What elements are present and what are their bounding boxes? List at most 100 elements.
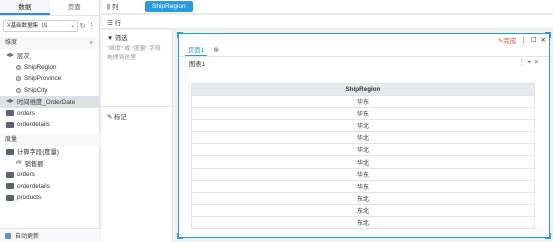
tree-item[interactable]: ShipRegion	[0, 62, 100, 74]
tab-data[interactable]: 数据	[0, 0, 50, 15]
folder-icon	[6, 194, 14, 201]
frame-toolbar: ✎完成 ⋮ ☐ ✕	[179, 34, 549, 46]
dataset-row: X基础数据集（S ⌄ ↻ ⋮	[0, 18, 99, 34]
tree-item[interactable]: 时间维度_OrderDate	[0, 96, 100, 108]
table-cell[interactable]: 华东	[191, 94, 535, 109]
auto-update-label: 自动更新	[15, 234, 40, 240]
done-button[interactable]: ✎完成	[498, 35, 516, 45]
table-header: 图表1 ⋮⏷✕	[179, 57, 549, 69]
dimension-field-icon	[16, 64, 21, 70]
row-shelf: ☰ 行	[101, 15, 553, 29]
measure-tree: 计算字段(度量) ## 销售额 orders orderdetails products	[0, 146, 100, 204]
canvas: ✎完成 ⋮ ☐ ✕ 页面1 ⊕ 图表1 ⋮⏷✕ ShipRegion 华东 华东华…	[174, 30, 553, 242]
table-row: 东北	[191, 203, 535, 217]
tree-item[interactable]: 计算字段(度量)	[0, 146, 100, 158]
dataset-label: X基础数据集（S	[7, 23, 48, 29]
tree-item-label: products	[17, 194, 42, 202]
calc-field-icon: ##	[16, 160, 22, 167]
table-cell[interactable]: 华北	[191, 131, 535, 145]
pin-icon: ✎	[107, 114, 113, 121]
tree-item-label: 层次	[17, 53, 30, 61]
auto-update-checkbox[interactable]	[5, 232, 11, 239]
tree-item-label: 时间维度_OrderDate	[17, 99, 76, 107]
table-cell[interactable]: 华北	[191, 143, 535, 157]
mark-section[interactable]: ✎ 标记	[101, 106, 172, 126]
table-row: 华东	[191, 107, 535, 121]
tree-item-label: orders	[17, 171, 35, 179]
table-cell[interactable]: 东北	[191, 215, 535, 230]
table-cell[interactable]: 东北	[191, 191, 535, 205]
tree-item[interactable]: products	[0, 192, 100, 204]
resize-handle-br[interactable]	[545, 233, 551, 239]
tree-item[interactable]: ShipCity	[0, 85, 100, 97]
column-shelf-label: ⫼ 列	[107, 4, 119, 11]
table-row: 东北	[191, 191, 535, 205]
dimension-field-icon	[16, 87, 21, 93]
tree-item-label: orderdetails	[17, 121, 50, 129]
tab-page[interactable]: 页面	[50, 0, 100, 15]
tree-item[interactable]: ## 销售额	[0, 158, 100, 170]
dimension-field-icon	[16, 76, 21, 82]
add-page-icon[interactable]: ⊕	[213, 46, 219, 56]
resize-handle-tr[interactable]	[545, 32, 551, 38]
filter-icon: ▼	[107, 35, 114, 42]
more-icon[interactable]: ⋮	[87, 22, 96, 30]
measure-title: 度量	[5, 137, 18, 143]
table-row: 华北	[191, 155, 535, 169]
table-title: 图表1	[189, 60, 206, 68]
hierarchy-icon	[6, 52, 14, 57]
dimension-tree: 层次 ShipRegion ShipProvince ShipCity 时间维度_Ord…	[0, 50, 100, 131]
close-icon[interactable]: ✕	[534, 59, 541, 66]
table-row: 华东	[191, 179, 535, 193]
table-cell[interactable]: 华北	[191, 119, 535, 133]
page-tabs: 页面1 ⊕	[179, 46, 549, 57]
folder-icon	[6, 110, 14, 117]
refresh-icon[interactable]: ↻	[78, 22, 87, 30]
table-row: 华东	[191, 94, 535, 109]
component-frame[interactable]: ✎完成 ⋮ ☐ ✕ 页面1 ⊕ 图表1 ⋮⏷✕ ShipRegion 华东 华东华…	[178, 33, 550, 238]
tree-item[interactable]: orders	[0, 169, 100, 181]
table-row: 华北	[191, 143, 535, 157]
tree-item[interactable]: 层次	[0, 50, 100, 62]
tree-item-label: 销售额	[24, 160, 44, 168]
folder-icon	[6, 183, 14, 190]
table-row: 华北	[191, 131, 535, 145]
resize-handle-tl[interactable]	[177, 32, 183, 38]
columns-icon: ⫼	[107, 4, 110, 11]
folder-icon	[6, 148, 14, 155]
table-cell[interactable]: 华东	[191, 179, 535, 193]
filter-title: ▼ 筛选	[107, 35, 128, 42]
tree-item[interactable]: orderdetails	[0, 181, 100, 193]
tab-page1[interactable]: 页面1	[185, 45, 208, 56]
tree-item-label: ShipProvince	[24, 75, 62, 83]
table-cell[interactable]: 东北	[191, 203, 535, 217]
tree-item-label: 计算字段(度量)	[17, 149, 59, 157]
more-icon[interactable]: ⋮	[518, 59, 526, 66]
column-pill[interactable]: ShipRegion	[145, 1, 193, 12]
column-header[interactable]: ShipRegion	[191, 83, 535, 96]
table-cell[interactable]: 华北	[191, 155, 535, 169]
table-row: 东北	[191, 215, 535, 230]
auto-update-row[interactable]: 自动更新	[0, 228, 100, 242]
table-cell[interactable]: 华东	[191, 107, 535, 121]
dataset-select[interactable]: X基础数据集（S ⌄	[3, 20, 78, 32]
dimension-header: 维度 ⌕	[0, 37, 99, 49]
column-shelf: ⫼ 列 ShipRegion	[101, 0, 553, 14]
row-shelf-label: ☰ 行	[107, 19, 122, 27]
resize-handle-bl[interactable]	[177, 233, 183, 239]
filter-icon[interactable]: ⏷	[527, 59, 534, 66]
filter-dropzone[interactable]: "维度" 或 "度量" 字段拖拽到这里	[101, 42, 172, 65]
table-cell[interactable]: 华东	[191, 167, 535, 181]
table-row: 华东	[191, 167, 535, 181]
measure-header: 度量	[0, 134, 100, 146]
folder-icon	[6, 171, 14, 178]
maximize-icon[interactable]: ☐	[531, 36, 537, 44]
more-icon[interactable]: ⋮	[520, 36, 527, 44]
search-icon[interactable]: ⌕	[90, 37, 93, 49]
tree-item-label: ShipRegion	[24, 63, 57, 71]
tree-item[interactable]: orders	[0, 108, 100, 120]
tree-item[interactable]: orderdetails	[0, 119, 100, 131]
tree-item[interactable]: ShipProvince	[0, 73, 100, 85]
data-table: ShipRegion 华东 华东 华北 华北 华北 华北 华东 华东 东北 东北 东北	[191, 83, 535, 230]
rows-icon: ☰	[107, 19, 113, 27]
